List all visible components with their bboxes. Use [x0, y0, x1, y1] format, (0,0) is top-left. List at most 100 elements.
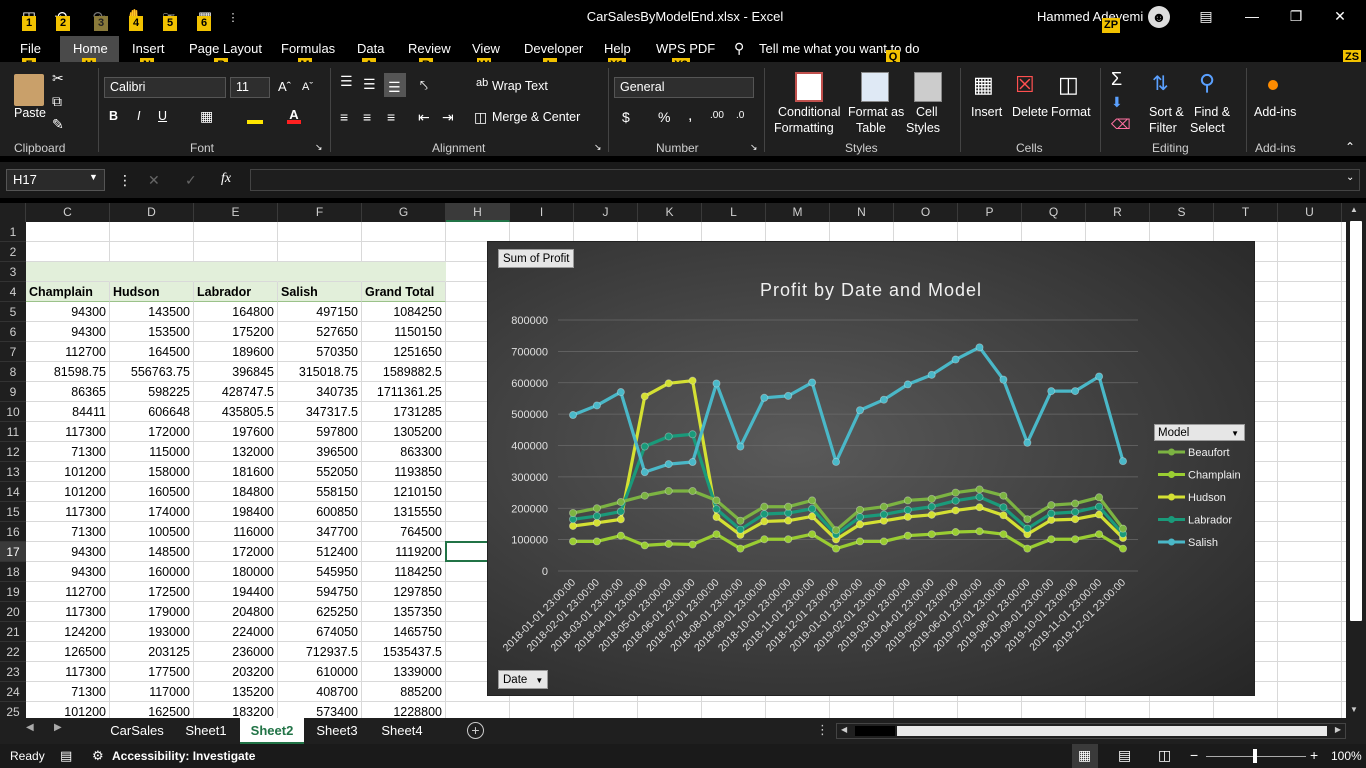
delete-cells-icon[interactable]: ☒ [1015, 72, 1035, 98]
table-cell[interactable]: 1465750 [362, 622, 446, 642]
table-header-cell[interactable]: Salish [278, 282, 362, 302]
number-format-select[interactable]: General [614, 77, 754, 98]
column-header[interactable]: D [110, 203, 194, 222]
row-header[interactable]: 15 [0, 502, 26, 522]
column-header[interactable]: M [766, 203, 830, 222]
table-cell[interactable]: 174000 [110, 502, 194, 522]
table-cell[interactable]: 1589882.5 [362, 362, 446, 382]
row-header[interactable]: 9 [0, 382, 26, 402]
page-break-preview-icon[interactable]: ◫ [1158, 747, 1171, 764]
table-cell[interactable]: 512400 [278, 542, 362, 562]
table-cell[interactable]: 101200 [26, 702, 110, 718]
align-bottom-icon[interactable]: ☰ [388, 79, 401, 96]
number-dialog-launcher-icon[interactable]: ↘ [750, 142, 758, 153]
orientation-icon[interactable]: ⤣ [420, 77, 428, 94]
table-cell[interactable]: 1297850 [362, 582, 446, 602]
zoom-in-button[interactable]: + [1310, 747, 1318, 763]
column-header[interactable]: G [362, 203, 446, 222]
vertical-scrollbar[interactable]: ▲ ▼ [1346, 203, 1366, 718]
column-header[interactable]: E [194, 203, 278, 222]
table-cell[interactable]: 112700 [26, 342, 110, 362]
table-cell[interactable]: 573400 [278, 702, 362, 718]
table-cell[interactable]: 177500 [110, 662, 194, 682]
table-cell[interactable]: 184800 [194, 482, 278, 502]
row-header[interactable]: 4 [0, 282, 26, 302]
name-box-dropdown-icon[interactable]: ▼ [89, 172, 98, 182]
table-cell[interactable]: 181600 [194, 462, 278, 482]
cut-icon[interactable]: ✂ [52, 70, 64, 87]
tab-review[interactable]: Review [408, 41, 451, 56]
align-top-icon[interactable]: ☰ [340, 73, 353, 90]
tab-formulas[interactable]: Formulas [281, 41, 335, 56]
table-cell[interactable]: 625250 [278, 602, 362, 622]
italic-button[interactable]: I [137, 109, 140, 123]
column-header[interactable]: T [1214, 203, 1278, 222]
table-cell[interactable]: 101200 [26, 482, 110, 502]
tab-view[interactable]: View [472, 41, 500, 56]
vertical-scroll-thumb[interactable] [1350, 221, 1362, 621]
row-header[interactable]: 24 [0, 682, 26, 702]
underline-button[interactable]: U [158, 109, 167, 123]
format-painter-icon[interactable]: ✎ [52, 116, 64, 133]
fill-color-icon[interactable] [247, 110, 263, 124]
table-cell[interactable]: 117300 [26, 502, 110, 522]
column-header[interactable]: C [26, 203, 110, 222]
table-cell[interactable]: 164500 [110, 342, 194, 362]
pivot-chart[interactable]: Sum of Profit Date ▼ Profit by Date and M… [487, 241, 1255, 696]
close-icon[interactable]: ✕ [1320, 5, 1360, 27]
row-header[interactable]: 23 [0, 662, 26, 682]
table-cell[interactable]: 1315550 [362, 502, 446, 522]
table-cell[interactable]: 1228800 [362, 702, 446, 718]
cell-styles-button-line2[interactable]: Styles [906, 121, 940, 135]
column-header[interactable]: J [574, 203, 638, 222]
row-header[interactable]: 19 [0, 582, 26, 602]
sheet-tab-sheet4[interactable]: Sheet4 [373, 718, 431, 744]
table-cell[interactable]: 1210150 [362, 482, 446, 502]
table-cell[interactable]: 158000 [110, 462, 194, 482]
minimize-icon[interactable]: — [1232, 5, 1272, 27]
decrease-decimal-icon[interactable]: .0 [736, 110, 744, 121]
enter-icon[interactable]: ✓ [185, 172, 197, 189]
horizontal-scroll-thumb[interactable] [855, 726, 895, 736]
table-cell[interactable]: 1193850 [362, 462, 446, 482]
format-as-table-icon[interactable] [861, 72, 889, 102]
table-cell[interactable]: 126500 [26, 642, 110, 662]
table-cell[interactable]: 428747.5 [194, 382, 278, 402]
scroll-left-icon[interactable]: ◀ [841, 725, 847, 734]
tab-home[interactable]: Home [73, 41, 108, 56]
insert-function-button[interactable]: fx [221, 171, 231, 187]
format-as-table-button[interactable]: Format as [848, 105, 904, 119]
sheet-tab-carsales[interactable]: CarSales [103, 718, 171, 744]
fill-icon[interactable]: ⬇ [1111, 94, 1123, 111]
row-header[interactable]: 7 [0, 342, 26, 362]
font-dialog-launcher-icon[interactable]: ↘ [315, 142, 323, 153]
table-cell[interactable]: 197600 [194, 422, 278, 442]
table-cell[interactable]: 556763.75 [110, 362, 194, 382]
table-cell[interactable]: 116000 [194, 522, 278, 542]
borders-icon[interactable]: ▦ [200, 108, 213, 125]
table-cell[interactable]: 183200 [194, 702, 278, 718]
accessibility-icon[interactable]: ⚙ [92, 748, 104, 764]
row-header[interactable]: 21 [0, 622, 26, 642]
table-cell[interactable]: 597800 [278, 422, 362, 442]
table-cell[interactable]: 1305200 [362, 422, 446, 442]
scroll-up-icon[interactable]: ▲ [1350, 205, 1358, 214]
row-header[interactable]: 14 [0, 482, 26, 502]
find-select-button-line2[interactable]: Select [1190, 121, 1225, 135]
prev-sheet-icon[interactable]: ◀ [26, 722, 34, 733]
table-cell[interactable]: 610000 [278, 662, 362, 682]
collapse-ribbon-icon[interactable]: ⌃ [1345, 140, 1355, 154]
cell-styles-icon[interactable] [914, 72, 942, 102]
cell-styles-button[interactable]: Cell [916, 105, 938, 119]
table-cell[interactable]: 94300 [26, 322, 110, 342]
conditional-formatting-icon[interactable] [795, 72, 823, 102]
table-cell[interactable]: 198400 [194, 502, 278, 522]
table-cell[interactable]: 71300 [26, 442, 110, 462]
tab-insert[interactable]: Insert [132, 41, 165, 56]
decrease-indent-icon[interactable]: ⇤ [418, 109, 430, 126]
table-cell[interactable]: 117300 [26, 422, 110, 442]
row-header[interactable]: 5 [0, 302, 26, 322]
copy-icon[interactable]: ⧉ [52, 93, 62, 110]
increase-indent-icon[interactable]: ⇥ [442, 109, 454, 126]
font-color-icon[interactable]: A [287, 108, 301, 124]
